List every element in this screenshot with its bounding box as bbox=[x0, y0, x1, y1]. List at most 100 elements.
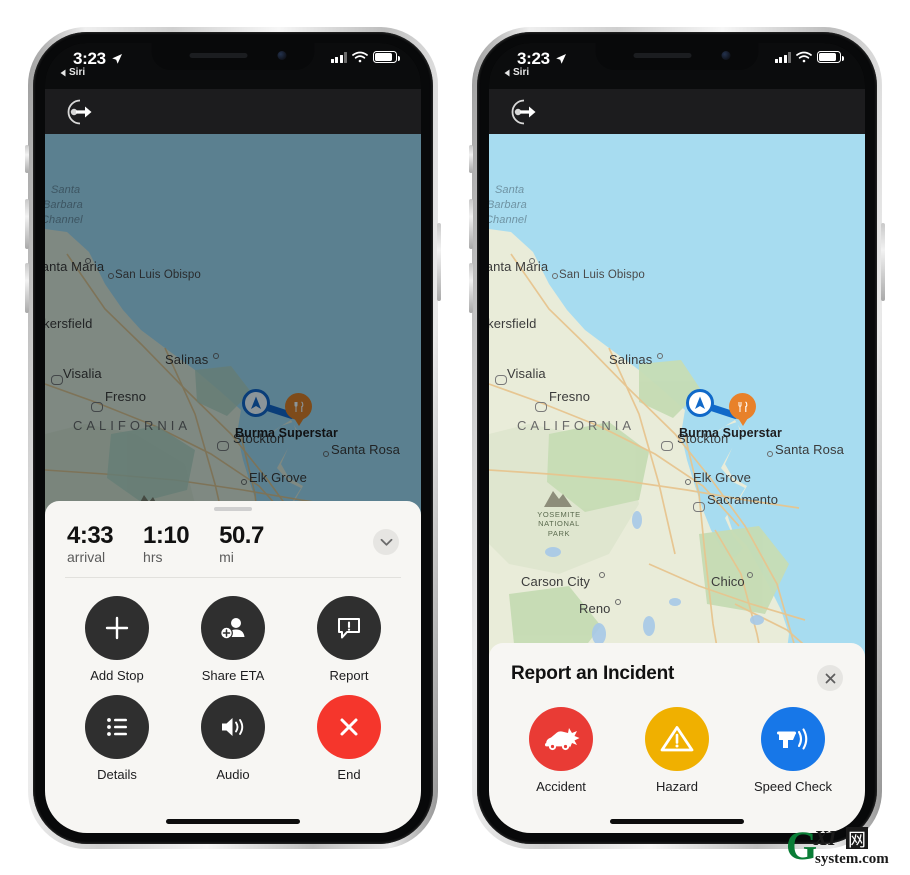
list-icon bbox=[107, 718, 127, 737]
siri-exit-icon[interactable] bbox=[505, 95, 539, 129]
incident-accident[interactable]: Accident bbox=[503, 707, 619, 794]
incident-speed-check[interactable]: Speed Check bbox=[735, 707, 851, 794]
details-circle[interactable] bbox=[85, 695, 149, 760]
action-add-stop[interactable]: Add Stop bbox=[59, 596, 175, 683]
incident-label: Hazard bbox=[656, 779, 698, 794]
highway-shield-icon bbox=[217, 441, 229, 451]
map-label-yosemite: YOSEMITE NATIONAL PARK bbox=[537, 510, 581, 538]
destination-pin[interactable] bbox=[729, 393, 756, 420]
earpiece-speaker bbox=[633, 53, 692, 58]
action-grid: Add Stop Share ETA Report Details Audio … bbox=[45, 578, 421, 782]
user-location-puck bbox=[686, 389, 714, 417]
speed-check-circle[interactable] bbox=[761, 707, 825, 771]
watermark-xi: XI bbox=[813, 826, 837, 850]
volume-down-button[interactable] bbox=[469, 263, 473, 313]
add-stop-circle[interactable] bbox=[85, 596, 149, 661]
back-app-label: Siri bbox=[69, 67, 86, 78]
volume-down-button[interactable] bbox=[25, 263, 29, 313]
navigation-arrow-icon bbox=[251, 396, 261, 409]
report-circle[interactable] bbox=[317, 596, 381, 661]
map-label-fresno: Fresno bbox=[549, 389, 591, 404]
action-share-eta[interactable]: Share ETA bbox=[175, 596, 291, 683]
status-indicators bbox=[330, 51, 400, 63]
home-indicator[interactable] bbox=[166, 819, 300, 824]
map-label-santa-rosa: Santa Rosa bbox=[331, 442, 400, 457]
share-eta-circle[interactable] bbox=[201, 596, 265, 661]
front-camera bbox=[277, 51, 287, 60]
eta-distance-value: 50.7 bbox=[219, 522, 264, 549]
watermark-sub: system.com bbox=[815, 851, 889, 867]
map-label-destination: Burma Superstar bbox=[235, 426, 338, 440]
report-incident-sheet: Report an Incident Accident Hazard Speed… bbox=[489, 643, 865, 833]
status-time-group: 3:23 bbox=[517, 49, 567, 69]
action-audio[interactable]: Audio bbox=[175, 695, 291, 782]
navigation-arrow-icon bbox=[695, 396, 705, 409]
incident-hazard[interactable]: Hazard bbox=[619, 707, 735, 794]
location-arrow-icon bbox=[556, 54, 566, 64]
city-dot-icon bbox=[552, 273, 558, 279]
city-dot-icon bbox=[767, 451, 773, 457]
front-camera bbox=[721, 51, 731, 60]
action-label: Details bbox=[97, 767, 137, 783]
speaker-wave-icon bbox=[222, 718, 244, 737]
eta-duration-unit: hrs bbox=[143, 549, 163, 566]
volume-up-button[interactable] bbox=[469, 199, 473, 249]
action-details[interactable]: Details bbox=[59, 695, 175, 782]
map-label-destination: Burma Superstar bbox=[679, 426, 782, 440]
city-dot-icon bbox=[108, 273, 114, 279]
highway-shield-icon bbox=[693, 502, 705, 512]
battery-icon bbox=[817, 51, 844, 63]
accident-circle[interactable] bbox=[529, 707, 593, 771]
audio-circle[interactable] bbox=[201, 695, 265, 760]
hazard-circle[interactable] bbox=[645, 707, 709, 771]
incident-label: Accident bbox=[536, 779, 586, 794]
eta-arrival-unit: arrival bbox=[67, 549, 106, 566]
map-label-santa-rosa: Santa Rosa bbox=[775, 442, 844, 457]
city-dot-icon bbox=[323, 451, 329, 457]
back-to-app[interactable]: Siri bbox=[60, 67, 85, 78]
city-dot-icon bbox=[85, 258, 91, 264]
screen-left: Santa Barbara Channel Santa Maria San Lu… bbox=[45, 43, 421, 833]
eta-duration: 1:10 hrs bbox=[143, 523, 190, 566]
city-dot-icon bbox=[599, 572, 605, 578]
highway-shield-icon bbox=[91, 402, 103, 412]
destination-pin[interactable] bbox=[285, 393, 312, 420]
status-time: 3:23 bbox=[73, 49, 106, 68]
mute-switch[interactable] bbox=[25, 145, 29, 173]
battery-icon bbox=[373, 51, 400, 63]
mountain-icon bbox=[544, 491, 572, 507]
speed-camera-icon bbox=[777, 728, 808, 750]
map-label-carson-city: Carson City bbox=[521, 574, 591, 589]
siri-exit-icon[interactable] bbox=[61, 95, 95, 129]
earpiece-speaker bbox=[189, 53, 248, 58]
action-report[interactable]: Report bbox=[291, 596, 407, 683]
volume-up-button[interactable] bbox=[25, 199, 29, 249]
power-button[interactable] bbox=[881, 223, 885, 301]
back-to-app[interactable]: Siri bbox=[504, 67, 529, 78]
screen-right: Santa Barbara Channel Santa Maria San Lu… bbox=[489, 43, 865, 833]
back-app-label: Siri bbox=[513, 67, 530, 78]
power-button[interactable] bbox=[437, 223, 441, 301]
app-top-bar-left bbox=[45, 89, 421, 134]
user-location-puck bbox=[242, 389, 270, 417]
highway-shield-icon bbox=[495, 375, 507, 385]
restaurant-pin-icon bbox=[738, 401, 747, 412]
incident-grid: Accident Hazard Speed Check bbox=[489, 685, 865, 794]
map-label-chico: Chico bbox=[711, 574, 745, 589]
map-label-elk-grove: Elk Grove bbox=[693, 470, 751, 485]
person-add-icon bbox=[220, 618, 245, 640]
report-sheet-title: Report an Incident bbox=[511, 663, 675, 684]
city-dot-icon bbox=[657, 353, 663, 359]
status-time-group: 3:23 bbox=[73, 49, 123, 69]
city-dot-icon bbox=[747, 572, 753, 578]
end-circle[interactable] bbox=[317, 695, 381, 760]
city-dot-icon bbox=[213, 353, 219, 359]
eta-arrival-value: 4:33 bbox=[67, 522, 114, 549]
cellular-signal-icon bbox=[774, 51, 791, 63]
home-indicator[interactable] bbox=[610, 819, 744, 824]
close-report-sheet-button[interactable] bbox=[817, 665, 843, 691]
mute-switch[interactable] bbox=[469, 145, 473, 173]
action-end[interactable]: End bbox=[291, 695, 407, 782]
collapse-sheet-button[interactable] bbox=[373, 529, 399, 555]
map-label-salinas: Salinas bbox=[609, 352, 653, 367]
